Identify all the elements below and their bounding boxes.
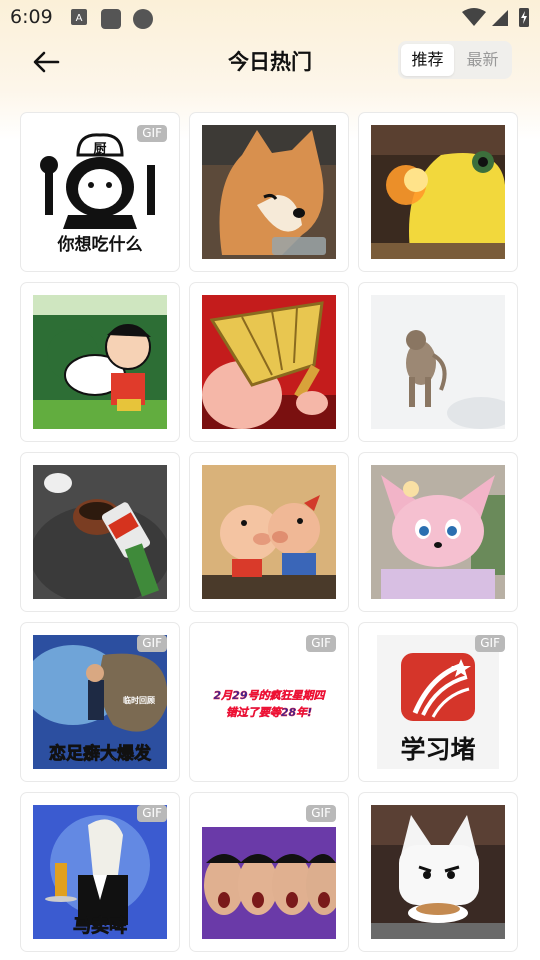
date-text-sticker: 2月29号的疯狂星期四 错过了要等28年!	[202, 635, 336, 769]
dot-notification-icon	[133, 9, 153, 29]
sticker-card[interactable]: GIF	[189, 792, 349, 952]
chef-panda-sticker: 厨 你想吃什么	[33, 125, 167, 259]
sticker-caption: 你想吃什么	[57, 234, 143, 255]
sticker-card[interactable]	[358, 112, 518, 272]
two-pigs-hug-sticker	[202, 465, 336, 599]
sticker-card[interactable]	[358, 792, 518, 952]
xuexitong-logo-sticker: 学习堵	[377, 635, 499, 769]
sticker-caption: 学习堵	[400, 735, 475, 764]
teapot-and-can-sticker	[33, 465, 167, 599]
sticker-card[interactable]: 厨 你想吃什么 GIF	[20, 112, 180, 272]
sticker-card[interactable]	[189, 452, 349, 612]
svg-text:A: A	[76, 13, 83, 24]
pink-fox-sticker	[371, 465, 505, 599]
sticker-card[interactable]: 学习堵 GIF	[358, 622, 518, 782]
app-bar: 今日热门 推荐 最新	[0, 36, 540, 88]
crayon-shinchan-sticker	[33, 295, 167, 429]
sticker-caption-second-line: 错过了要等28年!	[226, 706, 312, 719]
sticker-caption: 马卖啤	[73, 915, 127, 937]
tab-latest[interactable]: 最新	[456, 44, 509, 76]
sticker-card[interactable]	[358, 452, 518, 612]
tab-recommended[interactable]: 推荐	[401, 44, 454, 76]
signal-icon	[492, 10, 508, 26]
sticker-card[interactable]	[20, 452, 180, 612]
gif-badge: GIF	[475, 635, 505, 652]
sticker-card[interactable]: 马卖啤 GIF	[20, 792, 180, 952]
svg-text:临时回顾: 临时回顾	[123, 695, 155, 705]
sort-toggle: 推荐 最新	[398, 41, 512, 79]
sticker-caption: 2月29号的疯狂星期四	[214, 689, 327, 702]
horse-waiter-sticker: 马卖啤	[33, 805, 167, 939]
gif-badge: GIF	[137, 125, 167, 142]
foot-fetish-sticker: 临时回顾 恋足癖大爆发	[33, 635, 167, 769]
sticker-card[interactable]	[189, 112, 349, 272]
keyboard-notification-icon: A	[71, 9, 87, 25]
pig-with-fan-sticker	[202, 295, 336, 429]
app-notification-icon	[101, 9, 121, 29]
monkey-in-snow-sticker	[371, 295, 505, 429]
shiba-dog-sticker	[202, 125, 336, 259]
gif-badge: GIF	[306, 805, 336, 822]
gif-badge: GIF	[306, 635, 336, 652]
sticker-caption: 恋足癖大爆发	[49, 743, 152, 764]
gif-badge: GIF	[137, 635, 167, 652]
status-time: 6:09	[10, 6, 53, 28]
sticker-card[interactable]	[189, 282, 349, 442]
sticker-card[interactable]: 临时回顾 恋足癖大爆发 GIF	[20, 622, 180, 782]
sticker-card[interactable]: 2月29号的疯狂星期四 错过了要等28年! GIF	[189, 622, 349, 782]
battery-icon	[519, 8, 529, 27]
status-bar: 6:09 A	[0, 0, 540, 36]
wifi-icon	[462, 8, 486, 26]
gif-badge: GIF	[137, 805, 167, 822]
white-cat-sticker	[371, 805, 505, 939]
sticker-card[interactable]	[20, 282, 180, 442]
chef-hat-text: 厨	[93, 142, 106, 157]
sticker-card[interactable]	[358, 282, 518, 442]
pikachu-sticker	[371, 125, 505, 259]
screaming-faces-sticker	[202, 805, 336, 939]
